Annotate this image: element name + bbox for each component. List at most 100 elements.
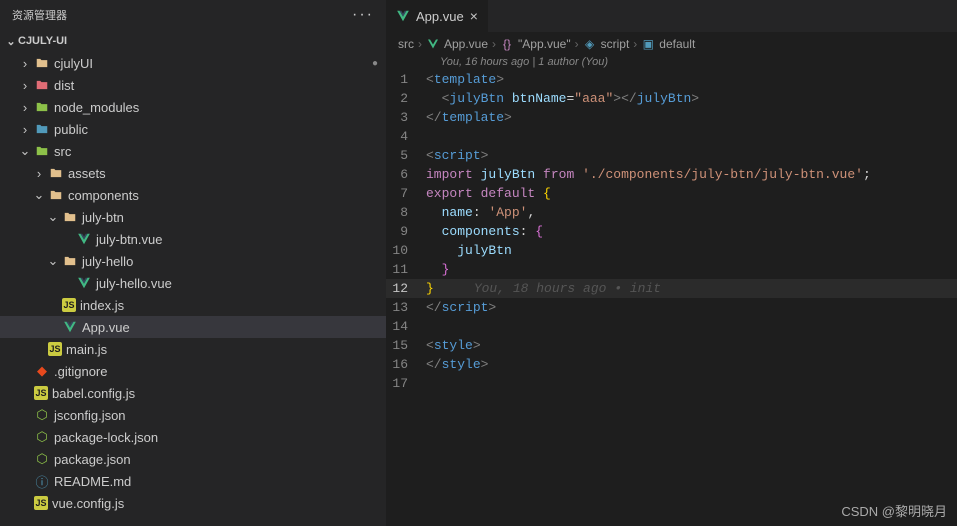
tree-row[interactable]: ⌄july-hello <box>0 250 386 272</box>
breadcrumb[interactable]: src › App.vue › {} "App.vue" › ◈ script … <box>386 32 957 56</box>
tab-app-vue[interactable]: App.vue × <box>386 0 488 32</box>
tree-label: README.md <box>54 474 131 489</box>
bc-default[interactable]: default <box>659 37 695 51</box>
line-number: 13 <box>386 298 426 317</box>
close-icon[interactable]: × <box>470 8 478 24</box>
explorer-title: 资源管理器 <box>12 7 352 23</box>
line-number: 5 <box>386 146 426 165</box>
gitlens-blame: You, 16 hours ago | 1 author (You) <box>386 56 957 70</box>
tree-row[interactable]: › dist <box>0 74 386 96</box>
code-line[interactable]: 16</style> <box>386 355 957 374</box>
tree-row[interactable]: ⬡package.json <box>0 448 386 470</box>
code-content: <style> <box>426 336 481 355</box>
line-number: 7 <box>386 184 426 203</box>
chevron-icon: ⌄ <box>46 253 60 269</box>
tree-row[interactable]: july-hello.vue <box>0 272 386 294</box>
tree-label: App.vue <box>82 320 130 335</box>
tree-row[interactable]: JSvue.config.js <box>0 492 386 514</box>
tree-row[interactable]: ⓘREADME.md <box>0 470 386 492</box>
vue-icon <box>426 37 440 51</box>
code-content: }You, 18 hours ago • init <box>426 279 661 298</box>
line-number: 3 <box>386 108 426 127</box>
code-line[interactable]: 15<style> <box>386 336 957 355</box>
tree-label: node_modules <box>54 100 139 115</box>
line-number: 9 <box>386 222 426 241</box>
tree-row[interactable]: ⬡ package-lock.json <box>0 426 386 448</box>
tree-label: assets <box>68 166 106 181</box>
tree-row[interactable]: ⌄components <box>0 184 386 206</box>
file-tree[interactable]: ›cjulyUI●›dist›node_modules›public⌄src›a… <box>0 52 386 526</box>
tree-row[interactable]: ›public <box>0 118 386 140</box>
tree-label: jsconfig.json <box>54 408 126 423</box>
folder-icon <box>62 209 78 225</box>
code-line[interactable]: 4 <box>386 127 957 146</box>
line-number: 11 <box>386 260 426 279</box>
tree-row[interactable]: App.vue <box>0 316 386 338</box>
code-content: import julyBtn from './components/july-b… <box>426 165 871 184</box>
tree-label: dist <box>54 78 74 93</box>
js-icon: JS <box>48 342 62 356</box>
bc-script[interactable]: script <box>601 37 630 51</box>
tree-row[interactable]: ⌄july-btn <box>0 206 386 228</box>
chevron-icon: ⌄ <box>46 209 60 225</box>
code-line[interactable]: 11 } <box>386 260 957 279</box>
tree-row[interactable]: ›assets <box>0 162 386 184</box>
tree-label: .gitignore <box>54 364 107 379</box>
line-number: 1 <box>386 70 426 89</box>
explorer-header: 资源管理器 ··· <box>0 0 386 30</box>
folder-icon <box>34 99 50 115</box>
json-icon: ⬡ <box>34 429 50 445</box>
modified-dot-icon: ● <box>372 58 378 69</box>
line-number: 10 <box>386 241 426 260</box>
tree-label: july-btn.vue <box>96 232 162 247</box>
code-line[interactable]: 13</script> <box>386 298 957 317</box>
bracket-icon: ▣ <box>641 37 655 51</box>
code-line[interactable]: 3</template> <box>386 108 957 127</box>
tree-row[interactable]: ⬡ jsconfig.json <box>0 404 386 426</box>
line-number: 12 <box>386 279 426 298</box>
line-number: 16 <box>386 355 426 374</box>
code-line[interactable]: 5<script> <box>386 146 957 165</box>
tree-row[interactable]: ›cjulyUI● <box>0 52 386 74</box>
code-line[interactable]: 9 components: { <box>386 222 957 241</box>
bc-file[interactable]: App.vue <box>444 37 488 51</box>
chevron-icon: › <box>18 78 32 93</box>
code-line[interactable]: 7export default { <box>386 184 957 203</box>
line-number: 17 <box>386 374 426 393</box>
tree-row[interactable]: JSindex.js <box>0 294 386 316</box>
editor-pane: App.vue × src › App.vue › {} "App.vue" ›… <box>386 0 957 526</box>
code-line[interactable]: 6import julyBtn from './components/july-… <box>386 165 957 184</box>
bc-section[interactable]: "App.vue" <box>518 37 571 51</box>
editor-tabs[interactable]: App.vue × <box>386 0 957 32</box>
tree-label: babel.config.js <box>52 386 135 401</box>
tab-label: App.vue <box>416 9 464 24</box>
json-icon: ⬡ <box>34 407 50 423</box>
chevron-icon: › <box>18 122 32 137</box>
project-root[interactable]: ⌄ CJULY-UI <box>0 30 386 52</box>
bc-src[interactable]: src <box>398 37 414 51</box>
tree-label: package-lock.json <box>54 430 158 445</box>
code-line[interactable]: 17 <box>386 374 957 393</box>
folder-icon <box>34 143 50 159</box>
tree-row[interactable]: ◆.gitignore <box>0 360 386 382</box>
code-content: components: { <box>426 222 543 241</box>
code-editor[interactable]: 1<template>2 <julyBtn btnName="aaa"></ju… <box>386 70 957 526</box>
tree-row[interactable]: july-btn.vue <box>0 228 386 250</box>
vue-icon <box>62 319 78 335</box>
line-number: 14 <box>386 317 426 336</box>
tree-row[interactable]: JSbabel.config.js <box>0 382 386 404</box>
json-icon: ⬡ <box>34 451 50 467</box>
line-number: 4 <box>386 127 426 146</box>
code-line[interactable]: 14 <box>386 317 957 336</box>
code-line[interactable]: 10 julyBtn <box>386 241 957 260</box>
tree-row[interactable]: ⌄src <box>0 140 386 162</box>
code-line[interactable]: 12}You, 18 hours ago • init <box>386 279 957 298</box>
code-line[interactable]: 2 <julyBtn btnName="aaa"></julyBtn> <box>386 89 957 108</box>
code-line[interactable]: 1<template> <box>386 70 957 89</box>
more-icon[interactable]: ··· <box>352 6 374 24</box>
code-line[interactable]: 8 name: 'App', <box>386 203 957 222</box>
line-number: 2 <box>386 89 426 108</box>
tree-row[interactable]: JSmain.js <box>0 338 386 360</box>
tree-row[interactable]: ›node_modules <box>0 96 386 118</box>
tree-label: index.js <box>80 298 124 313</box>
